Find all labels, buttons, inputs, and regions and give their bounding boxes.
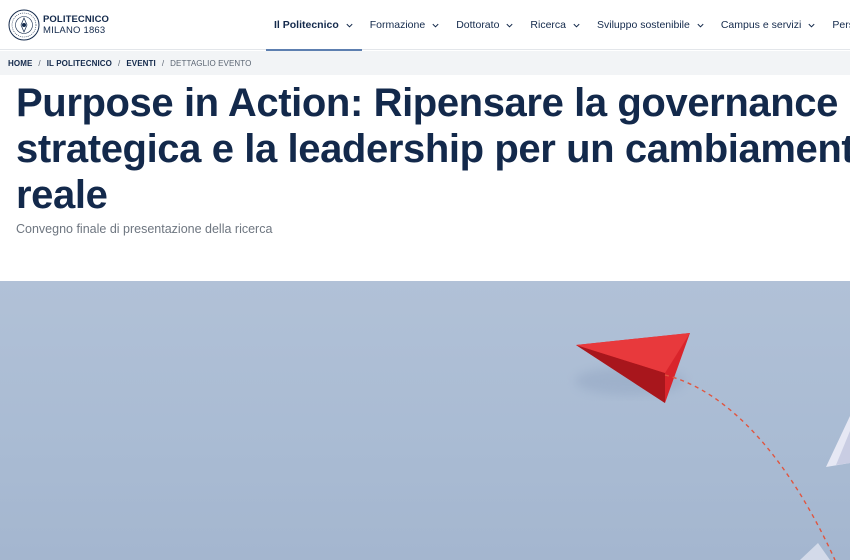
- breadcrumb-home[interactable]: HOME: [8, 59, 32, 68]
- nav-item-formazione[interactable]: Formazione: [362, 0, 448, 50]
- nav-item-ricerca[interactable]: Ricerca: [522, 0, 589, 50]
- breadcrumb-separator: /: [38, 58, 41, 68]
- logo[interactable]: POLITECNICO MILANO 1863: [8, 8, 110, 42]
- chevron-down-icon: [345, 21, 354, 30]
- site-header: POLITECNICO MILANO 1863 Il Politecnico F…: [0, 0, 850, 51]
- nav-item-sviluppo-sostenibile[interactable]: Sviluppo sostenibile: [589, 0, 713, 50]
- chevron-down-icon: [431, 21, 440, 30]
- breadcrumb-separator: /: [118, 58, 121, 68]
- chevron-down-icon: [505, 21, 514, 30]
- nav-item-dottorato[interactable]: Dottorato: [448, 0, 522, 50]
- nav-item-campus-e-servizi[interactable]: Campus e servizi: [713, 0, 825, 50]
- page-title: Purpose in Action: Ripensare la governan…: [16, 81, 850, 217]
- nav-item-label: Campus e servizi: [720, 19, 802, 31]
- nav-item-persone[interactable]: Persone: [824, 0, 850, 50]
- nav-item-label: Il Politecnico: [274, 19, 339, 31]
- breadcrumb-separator: /: [161, 58, 165, 68]
- chevron-down-icon: [572, 21, 581, 30]
- page-subtitle: Convegno finale di presentazione della r…: [16, 222, 273, 236]
- nav-item-label: Sviluppo sostenibile: [597, 19, 690, 31]
- breadcrumb-current: DETTAGLIO EVENTO: [170, 58, 252, 68]
- breadcrumb-il-politecnico[interactable]: IL POLITECNICO: [47, 59, 112, 68]
- main-nav: Il Politecnico Formazione Dottorato Rice…: [266, 0, 850, 51]
- breadcrumb: HOME / IL POLITECNICO / EVENTI / DETTAGL…: [0, 51, 850, 75]
- politecnico-seal-icon: [8, 9, 40, 41]
- nav-item-label: Dottorato: [456, 19, 500, 31]
- hero-image: [0, 281, 850, 560]
- logo-name: POLITECNICO: [43, 14, 110, 25]
- breadcrumb-eventi[interactable]: EVENTI: [126, 59, 156, 68]
- chevron-down-icon: [696, 21, 705, 30]
- nav-item-label: Ricerca: [530, 19, 567, 31]
- logo-city: MILANO 1863: [43, 25, 106, 36]
- chevron-down-icon: [807, 21, 816, 30]
- nav-item-label: Formazione: [369, 19, 426, 31]
- white-paper-plane-icon: [826, 416, 850, 467]
- paper-plane-illustration: [575, 333, 850, 560]
- nav-item-label: Persone: [832, 19, 850, 31]
- nav-item-il-politecnico[interactable]: Il Politecnico: [266, 0, 362, 51]
